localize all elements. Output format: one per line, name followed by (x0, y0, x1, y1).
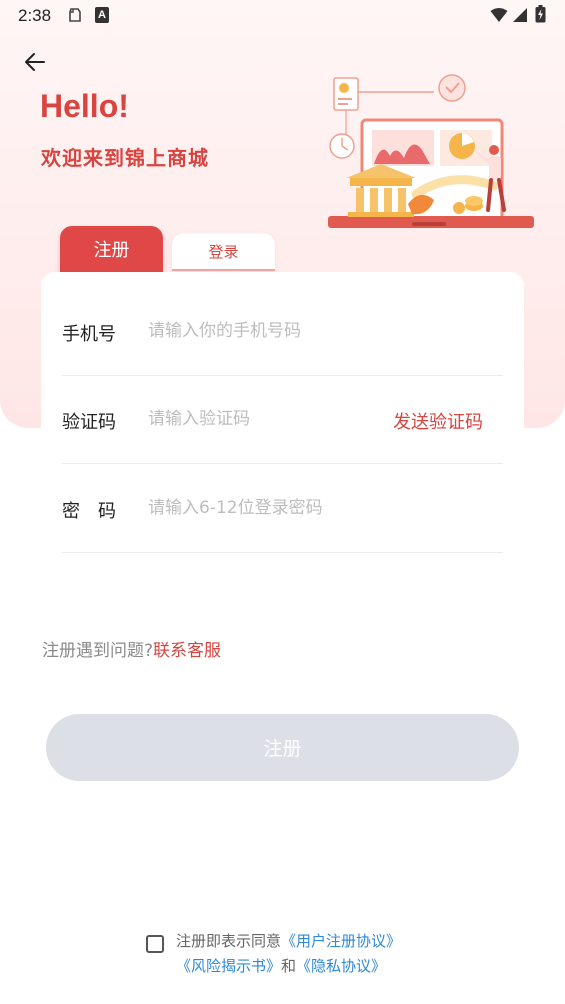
agreement-line-1: 注册即表示同意《用户注册协议》 (176, 930, 401, 951)
help-line: 注册遇到问题?联系客服 (42, 636, 221, 661)
tab-register-label: 注册 (93, 240, 130, 261)
code-label: 验证码 (62, 412, 116, 433)
agreement-and: 和 (281, 957, 297, 975)
agreement-text: 注册即表示同意 (176, 932, 282, 950)
tab-login-label: 登录 (208, 242, 239, 261)
password-label: 密 码 (62, 501, 116, 522)
signal-icon (513, 8, 527, 22)
register-button[interactable]: 注册 (46, 714, 519, 781)
wifi-icon (490, 8, 508, 22)
code-input[interactable] (148, 404, 378, 434)
send-code-button[interactable]: 发送验证码 (393, 408, 483, 434)
phone-row: 手机号 (62, 288, 503, 376)
code-row: 验证码 发送验证码 (62, 376, 503, 464)
password-row: 密 码 (62, 465, 503, 553)
risk-disclosure-link[interactable]: 《风险揭示书》 (176, 957, 281, 975)
register-button-label: 注册 (263, 738, 302, 760)
help-question: 注册遇到问题? (42, 641, 154, 661)
tab-login[interactable]: 登录 (172, 233, 275, 271)
welcome-subtitle: 欢迎来到锦上商城 (41, 146, 209, 170)
back-arrow-icon (25, 53, 45, 71)
privacy-policy-link[interactable]: 《隐私协议》 (296, 957, 386, 975)
back-button[interactable] (20, 48, 50, 76)
status-bar: 2:38 A (0, 0, 565, 32)
user-agreement-link[interactable]: 《用户注册协议》 (281, 932, 401, 950)
a-app-icon: A (95, 7, 109, 23)
hello-heading: Hello! (40, 88, 129, 124)
status-time: 2:38 (18, 6, 52, 25)
contact-support-link[interactable]: 联系客服 (153, 641, 221, 661)
phone-input[interactable] (148, 316, 378, 346)
phone-label: 手机号 (62, 324, 116, 345)
agree-checkbox[interactable] (146, 935, 164, 953)
password-input[interactable] (148, 493, 448, 523)
agreement-line-2: 《风险揭示书》和《隐私协议》 (176, 955, 386, 976)
shopping-illustration (328, 74, 534, 228)
battery-icon (535, 5, 546, 23)
tab-register[interactable]: 注册 (60, 226, 163, 272)
notification-icon (69, 8, 81, 22)
